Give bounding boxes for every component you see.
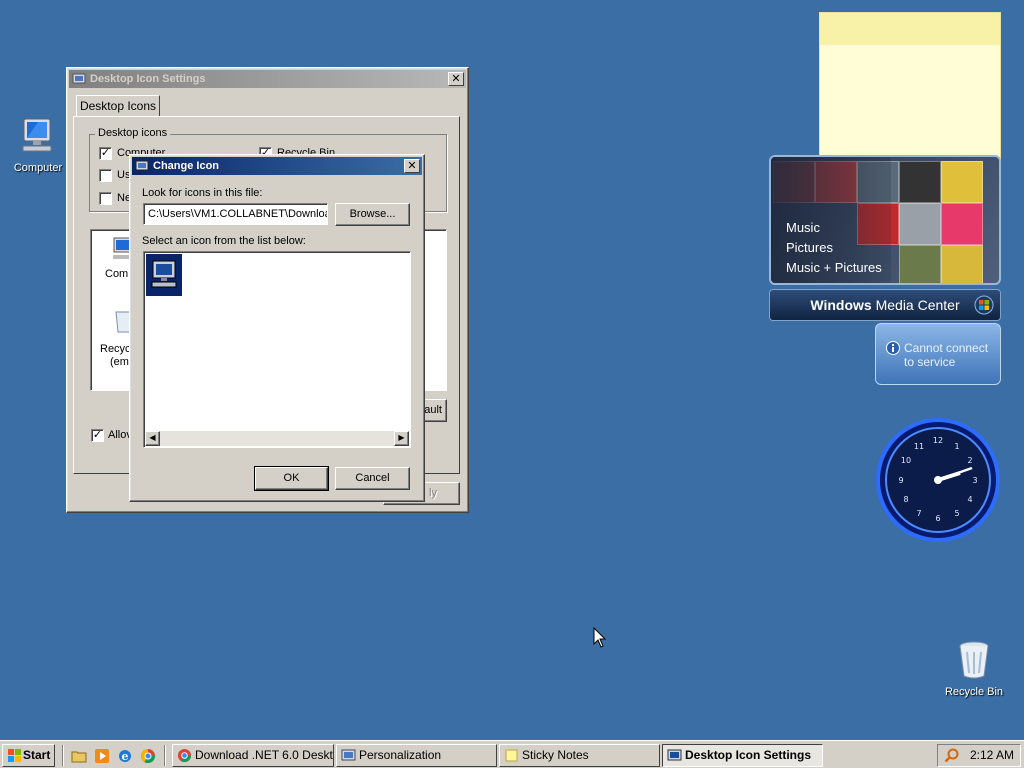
windows-flag-icon [8,749,21,762]
taskbar-task-sticky-notes[interactable]: Sticky Notes [499,744,660,767]
clock-numeral: 11 [914,442,924,451]
taskbar-task-desktop-icon-settings[interactable]: Desktop Icon Settings [662,744,823,767]
media-tile [899,161,941,203]
weather-message-line2: to service [904,355,956,369]
checkbox-users-files[interactable] [99,169,112,182]
taskbar-task-chrome[interactable]: Download .NET 6.0 Deskt... [172,744,334,767]
svg-text:e: e [122,750,129,763]
sticky-note-header [820,13,1000,45]
look-for-label: Look for icons in this file: [142,187,263,199]
taskbar-separator [164,745,166,766]
clock-numeral: 5 [954,509,959,518]
desktop-icon-recycle-bin[interactable]: Recycle Bin [936,640,1012,698]
ok-button[interactable]: OK [254,466,329,491]
change-icon-titlebar[interactable]: Change Icon ✕ [132,157,422,175]
clock-numeral: 9 [898,476,903,485]
clock-numeral: 4 [967,495,972,504]
media-tile [941,245,983,283]
desktop-icon-label: Computer [13,162,63,174]
tab-desktop-icons[interactable]: Desktop Icons [76,95,160,117]
settings-window-icon [72,73,86,84]
close-button[interactable]: ✕ [404,159,420,173]
browse-button[interactable]: Browse... [335,203,410,226]
media-center-menu: Music Pictures Music + Pictures [786,218,882,278]
desktop-icon-computer[interactable]: Computer [0,116,76,174]
horizontal-scrollbar[interactable]: ◀ ▶ [145,431,409,446]
weather-message-line1: Cannot connect [904,341,989,355]
taskbar-task-personalization[interactable]: Personalization [336,744,497,767]
icon-file-path-input[interactable]: C:\Users\VM1.COLLABNET\Download [143,203,328,225]
media-menu-music[interactable]: Music [786,218,882,238]
chrome-icon [177,748,192,763]
list-item-label: Recyc [100,343,131,355]
chrome-icon[interactable] [140,748,156,764]
start-button[interactable]: Start [2,744,55,767]
sticky-note-gadget[interactable] [819,12,1001,170]
desktop-icon-settings-titlebar[interactable]: Desktop Icon Settings ✕ [69,70,466,88]
window-title: Desktop Icon Settings [90,73,206,85]
clock-numeral: 6 [935,514,940,523]
clock-text[interactable]: 2:12 AM [970,745,1014,766]
folder-icon[interactable] [71,748,87,764]
select-icon-label: Select an icon from the list below: [142,235,306,247]
clock-center [934,476,942,484]
change-icon-dialog: Change Icon ✕ Look for icons in this fil… [129,154,425,502]
dialog-title: Change Icon [153,160,220,172]
search-icon[interactable] [944,748,959,763]
group-label: Desktop icons [95,127,171,139]
desktop-icon-label: Recycle Bin [944,686,1004,698]
brand-windows: Windows [810,297,872,313]
scroll-right-button[interactable]: ▶ [394,431,409,446]
system-tray: 2:12 AM [937,744,1021,767]
weather-gadget[interactable]: Cannot connect to service [875,323,1001,385]
checkbox-allow-themes[interactable]: ✓ [91,429,104,442]
clock-numeral: 8 [903,495,908,504]
settings-window-icon [667,749,682,761]
brand-media-center: Media Center [875,297,960,313]
icon-picker-item-selected[interactable] [146,254,182,296]
clock-numeral: 1 [954,442,959,451]
media-center-brand-bar[interactable]: Windows Media Center [769,289,1001,321]
clock-numeral: 12 [933,436,943,445]
media-menu-pictures[interactable]: Pictures [786,238,882,258]
media-tile [899,245,941,283]
clock-numeral: 10 [901,456,911,465]
windows-logo-icon [974,295,994,315]
computer-icon [151,260,177,288]
media-tile [899,203,941,245]
sticky-notes-icon [505,749,518,762]
icon-picker-list[interactable]: ◀ ▶ [143,251,411,448]
clock-numeral: 2 [967,456,972,465]
media-menu-music-pictures[interactable]: Music + Pictures [786,258,882,278]
recycle-bin-icon [959,641,989,679]
taskbar: Start e Download .NET 6.0 Deskt... Perso… [0,740,1024,768]
media-tile [941,203,983,245]
mouse-cursor-icon [593,627,607,648]
scroll-left-button[interactable]: ◀ [145,431,160,446]
change-icon-window-icon [135,160,149,171]
cancel-button[interactable]: Cancel [335,467,410,490]
checkbox-network[interactable] [99,192,112,205]
close-button[interactable]: ✕ [448,72,464,86]
media-tile [941,161,983,203]
personalization-icon [341,749,356,761]
internet-explorer-icon[interactable]: e [117,748,133,764]
checkbox-computer[interactable]: ✓ [99,147,112,160]
computer-icon [22,118,52,152]
clock-gadget[interactable]: 12 1 2 3 4 5 6 7 8 9 10 11 [874,416,1002,544]
media-player-icon[interactable] [94,748,110,764]
clock-numeral: 3 [972,476,977,485]
taskbar-separator [62,745,64,766]
info-icon [886,341,900,355]
clock-numeral: 7 [916,509,921,518]
